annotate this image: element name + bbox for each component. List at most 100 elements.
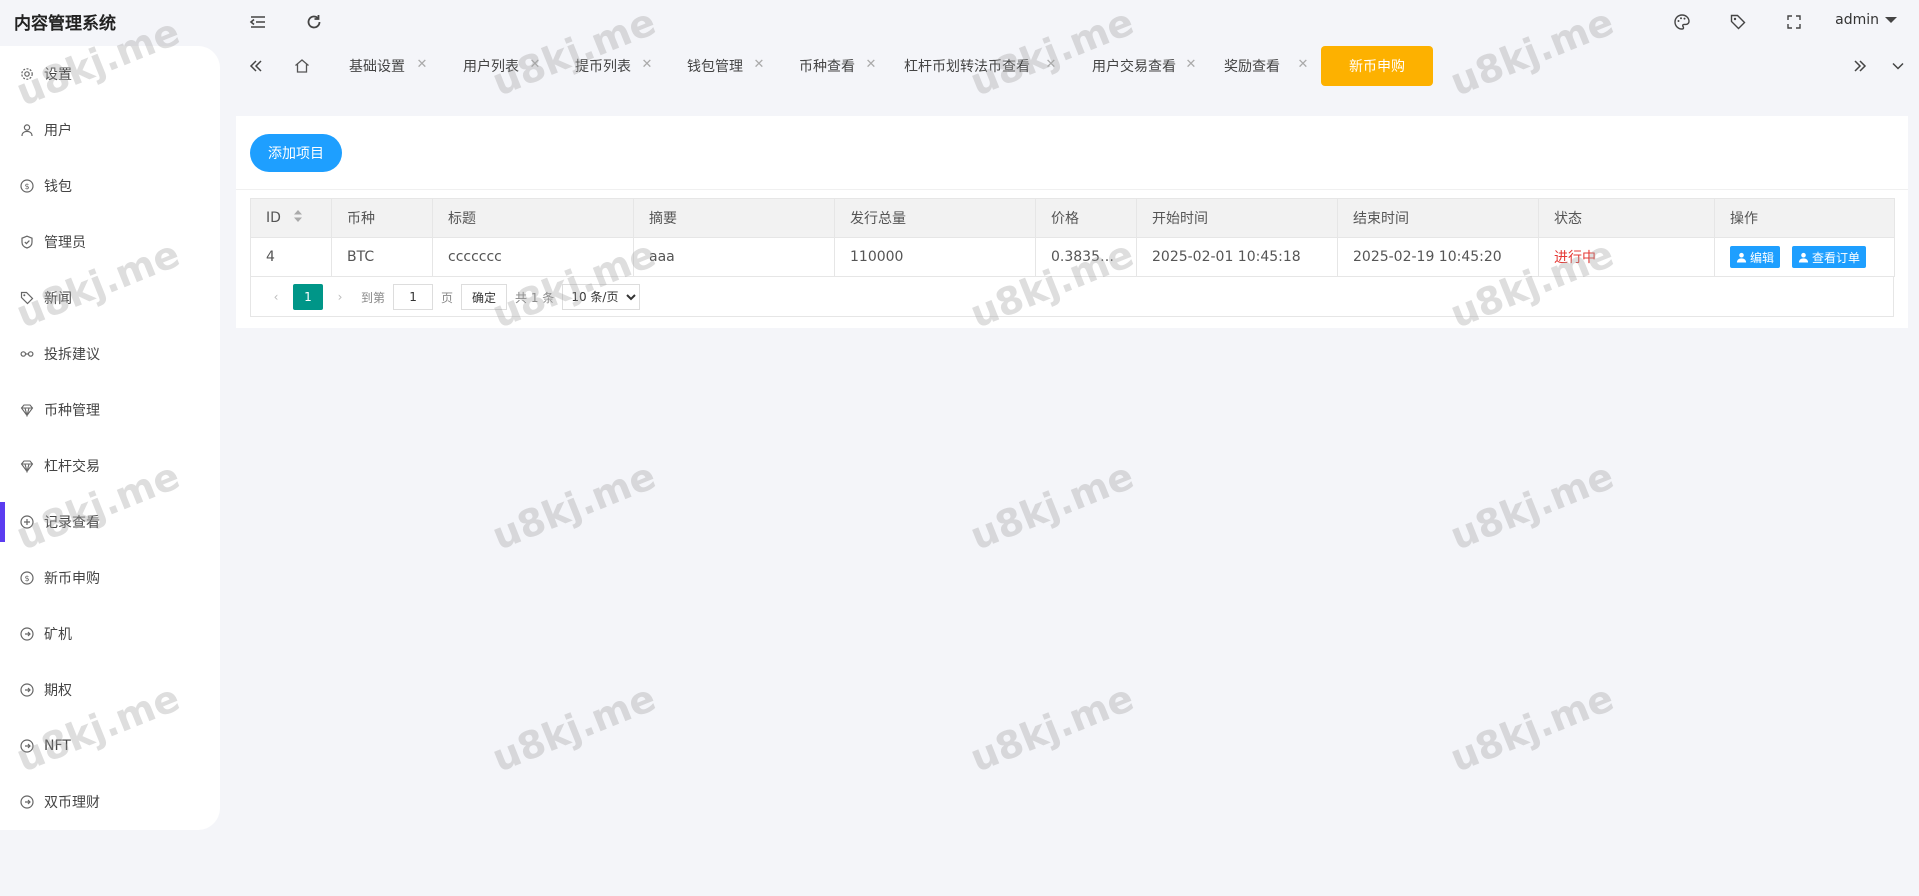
sidebar-item-nft[interactable]: NFT xyxy=(0,726,220,766)
tabs-scroll-right-icon[interactable] xyxy=(1848,54,1872,78)
tab-label: 钱包管理 xyxy=(687,59,743,75)
tab-withdraw-list[interactable]: 提币列表 xyxy=(556,46,650,86)
tab-leverage-transfer-view[interactable]: 杠杆币划转法币查看 xyxy=(892,46,1042,86)
tab-new-coin-subscription[interactable]: 新币申购 xyxy=(1321,46,1433,86)
tab-basic-settings[interactable]: 基础设置 xyxy=(332,46,422,86)
caret-down-icon xyxy=(1885,17,1897,23)
svg-text:$: $ xyxy=(24,182,29,191)
page-size-select[interactable]: 10 条/页 xyxy=(562,284,641,310)
column-header: 价格 xyxy=(1035,198,1137,238)
user-icon xyxy=(1736,252,1747,263)
sidebar-item-new-coin-subscription[interactable]: $ 新币申购 xyxy=(0,558,220,598)
sidebar-item-dual-currency[interactable]: 双币理财 xyxy=(0,782,220,822)
user-menu[interactable]: admin xyxy=(1835,12,1897,28)
sidebar-item-users[interactable]: 用户 xyxy=(0,110,220,150)
pagination: ‹ 1 › 到第 页 确定 共 1 条 10 条/页 xyxy=(263,284,641,310)
column-header: 发行总量 xyxy=(834,198,1036,238)
watermark: u8kj.me xyxy=(1444,453,1620,559)
dollar-icon: $ xyxy=(20,179,34,193)
column-header: 状态 xyxy=(1538,198,1715,238)
cell-total: 110000 xyxy=(834,237,1036,277)
user-icon xyxy=(20,123,34,137)
tabs-scroll-left-icon[interactable] xyxy=(244,54,268,78)
menu-fold-icon[interactable] xyxy=(246,10,270,34)
sidebar-item-label: 期权 xyxy=(44,683,72,699)
total-count: 共 1 条 xyxy=(515,290,555,305)
circle-arrow-icon xyxy=(20,683,34,697)
circle-plus-icon xyxy=(20,515,34,529)
tab-bar: 基础设置 ✕ 用户列表 ✕ 提币列表 ✕ 钱包管理 ✕ 币种查看 ✕ 杠杆币划转… xyxy=(236,44,1919,88)
tab-label: 新币申购 xyxy=(1349,59,1405,75)
sidebar-item-settings[interactable]: 设置 xyxy=(0,54,220,94)
sidebar-item-mining-machine[interactable]: 矿机 xyxy=(0,614,220,654)
circle-arrow-icon xyxy=(20,795,34,809)
sidebar-item-coin-management[interactable]: 币种管理 xyxy=(0,390,220,430)
user-name: admin xyxy=(1835,12,1879,28)
sidebar-item-label: 双币理财 xyxy=(44,795,100,811)
prev-page-icon[interactable]: ‹ xyxy=(263,290,289,304)
column-header: 币种 xyxy=(331,198,433,238)
sidebar-item-records[interactable]: 记录查看 xyxy=(0,502,220,542)
circle-arrow-icon xyxy=(20,739,34,753)
tab-coin-view[interactable]: 币种查看 xyxy=(780,46,874,86)
link-icon xyxy=(20,347,34,361)
current-page[interactable]: 1 xyxy=(293,284,323,310)
header-label: ID xyxy=(266,210,281,226)
watermark: u8kj.me xyxy=(486,675,662,781)
home-tab-icon[interactable] xyxy=(290,54,314,78)
cell-status: 进行中 xyxy=(1538,237,1715,277)
cell-coin: BTC xyxy=(331,237,433,277)
column-header: 摘要 xyxy=(633,198,835,238)
sidebar-item-label: 钱包 xyxy=(44,179,72,195)
column-header: 操作 xyxy=(1714,198,1895,238)
column-header: 标题 xyxy=(432,198,634,238)
cell-start-time: 2025-02-01 10:45:18 xyxy=(1136,237,1338,277)
tab-user-list[interactable]: 用户列表 xyxy=(444,46,538,86)
next-page-icon[interactable]: › xyxy=(327,290,353,304)
cell-end-time: 2025-02-19 10:45:20 xyxy=(1337,237,1539,277)
sidebar-item-news[interactable]: 新闻 xyxy=(0,278,220,318)
fullscreen-icon[interactable] xyxy=(1782,10,1806,34)
sort-icon[interactable] xyxy=(293,210,303,226)
tab-user-trade-view[interactable]: 用户交易查看 xyxy=(1074,46,1194,86)
card-toolbar: 添加项目 xyxy=(236,116,1908,190)
close-icon[interactable]: ✕ xyxy=(1044,58,1058,72)
close-icon[interactable]: ✕ xyxy=(528,58,542,72)
edit-button[interactable]: 编辑 xyxy=(1730,246,1781,268)
pagination-bar: ‹ 1 › 到第 页 确定 共 1 条 10 条/页 xyxy=(250,276,1894,317)
user-icon xyxy=(1798,252,1809,263)
chevron-down-icon[interactable] xyxy=(1886,54,1910,78)
close-icon[interactable]: ✕ xyxy=(640,58,654,72)
close-icon[interactable]: ✕ xyxy=(1184,58,1198,72)
diamond-icon xyxy=(20,459,34,473)
column-header: 结束时间 xyxy=(1337,198,1539,238)
sidebar-item-options[interactable]: 期权 xyxy=(0,670,220,710)
refresh-icon[interactable] xyxy=(302,10,326,34)
sidebar-item-wallet[interactable]: $ 钱包 xyxy=(0,166,220,206)
add-project-button[interactable]: 添加项目 xyxy=(250,134,342,172)
diamond-icon xyxy=(20,403,34,417)
sidebar-item-admins[interactable]: 管理员 xyxy=(0,222,220,262)
goto-page-input[interactable] xyxy=(393,284,434,310)
close-icon[interactable]: ✕ xyxy=(415,58,429,72)
close-icon[interactable]: ✕ xyxy=(1296,58,1310,72)
dollar-icon: $ xyxy=(20,571,34,585)
column-header[interactable]: ID xyxy=(250,198,332,238)
close-icon[interactable]: ✕ xyxy=(752,58,766,72)
tag-icon[interactable] xyxy=(1726,10,1750,34)
cell-summary: aaa xyxy=(633,237,835,277)
sidebar-item-leverage-trading[interactable]: 杠杆交易 xyxy=(0,446,220,486)
tab-reward-view[interactable]: 奖励查看 xyxy=(1212,46,1292,86)
view-orders-button[interactable]: 查看订单 xyxy=(1792,246,1867,268)
tab-wallet-management[interactable]: 钱包管理 xyxy=(668,46,762,86)
cell-title: ccccccc xyxy=(432,237,634,277)
palette-icon[interactable] xyxy=(1670,10,1694,34)
sidebar-item-feedback[interactable]: 投拆建议 xyxy=(0,334,220,374)
circle-arrow-icon xyxy=(20,627,34,641)
edit-label: 编辑 xyxy=(1750,250,1775,265)
close-icon[interactable]: ✕ xyxy=(864,58,878,72)
goto-confirm-button[interactable]: 确定 xyxy=(461,284,508,310)
shield-icon xyxy=(20,235,34,249)
cell-actions: 编辑 查看订单 xyxy=(1714,237,1895,277)
tab-label: 奖励查看 xyxy=(1224,59,1280,75)
